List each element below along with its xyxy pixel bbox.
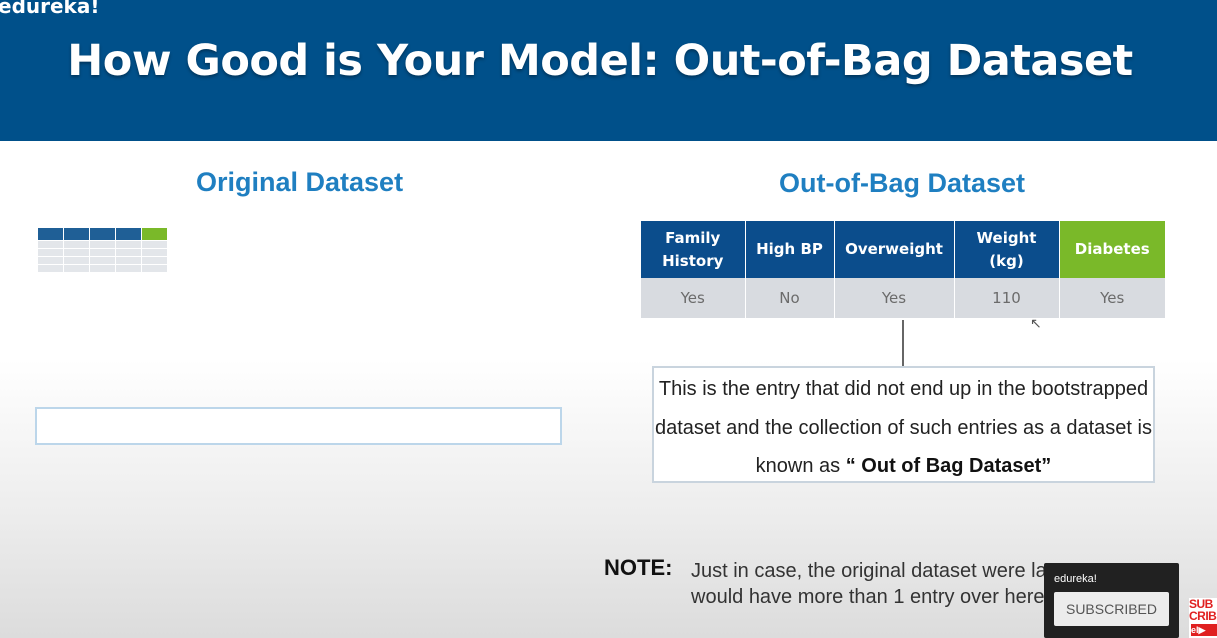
subscribed-button[interactable]: SUBSCRIBED [1054, 592, 1169, 626]
note-label: NOTE: [604, 555, 673, 580]
table-row: Yes No Yes 110 Yes [641, 278, 1165, 318]
cell-family-history: Yes [641, 278, 746, 318]
column-header-overweight: Overweight [834, 221, 955, 278]
original-dataset-heading: Original Dataset [196, 167, 404, 197]
oob-dataset-heading: Out-of-Bag Dataset [779, 168, 1026, 198]
mini-header-cell [115, 227, 142, 241]
column-header-family-history: Family History [641, 221, 746, 278]
oob-table: Family History High BP Overweight Weight… [641, 221, 1165, 318]
column-header-diabetes: Diabetes [1059, 221, 1165, 278]
edureka-logo: edureka! [0, 0, 100, 18]
explanation-bold-term: “ Out of Bag Dataset” [845, 455, 1052, 477]
oob-table-header-row: Family History High BP Overweight Weight… [641, 221, 1165, 278]
connector-line [902, 320, 904, 366]
slide-title: How Good is Your Model: Out-of-Bag Datas… [67, 36, 1133, 86]
mini-header-cell [63, 227, 90, 241]
mouse-cursor-icon: ↖ [1030, 315, 1042, 331]
channel-name: edureka! [1054, 573, 1097, 585]
title-banner: edureka! How Good is Your Model: Out-of-… [0, 0, 1217, 141]
cell-high-bp: No [745, 278, 835, 318]
cell-diabetes: Yes [1059, 278, 1165, 318]
mini-header-cell [89, 227, 116, 241]
cell-overweight: Yes [834, 278, 955, 318]
mini-header-cell [37, 227, 64, 241]
cell-weight: 110 [954, 278, 1060, 318]
subscribe-card: edureka! SUBSCRIBED [1044, 563, 1179, 638]
mini-header-cell [141, 227, 168, 241]
original-dataset-thumbnail [37, 227, 168, 273]
explanation-text: This is the entry that did not end up in… [652, 370, 1155, 486]
column-header-weight: Weight (kg) [954, 221, 1060, 278]
empty-placeholder-box [35, 407, 562, 445]
subscribe-logo-icon[interactable]: SUB CRIB el▶ [1189, 598, 1217, 638]
column-header-high-bp: High BP [745, 221, 835, 278]
